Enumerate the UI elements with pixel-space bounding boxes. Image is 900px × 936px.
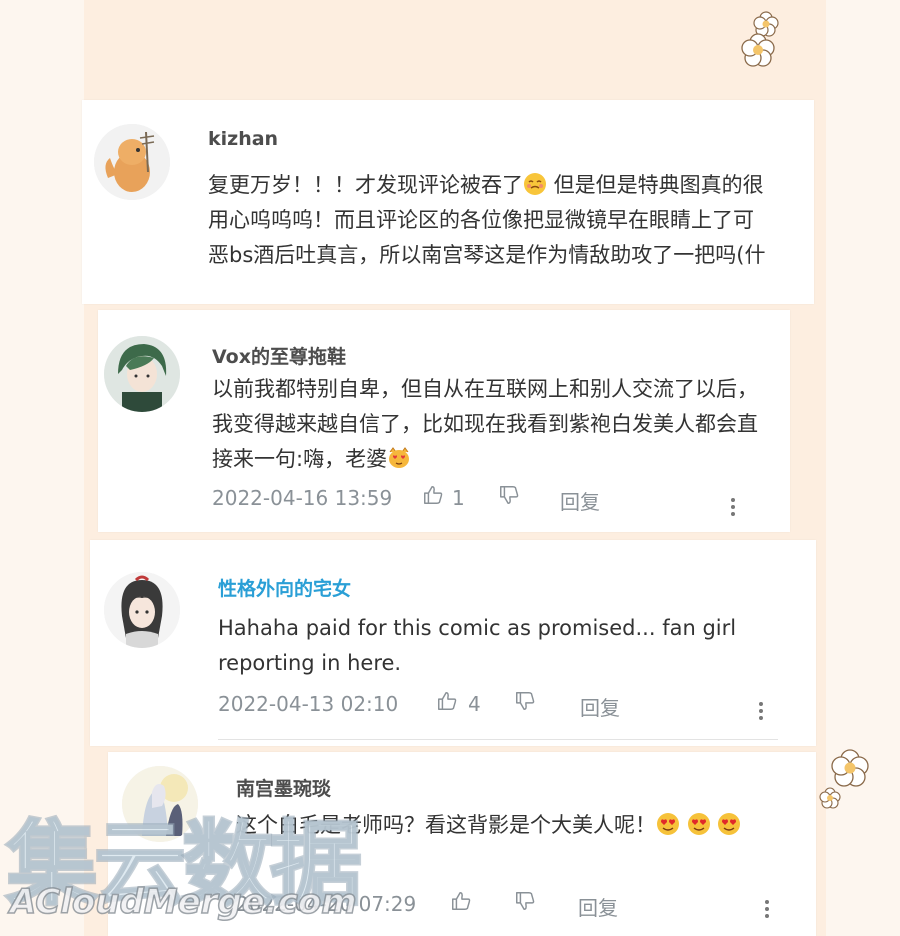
reply-button[interactable]: 回复: [580, 692, 620, 721]
comment-card: kizhan 复更万岁！！！才发现评论被吞了 但是但是特典图真的很用心呜呜呜！而…: [82, 100, 814, 304]
avatar[interactable]: [94, 124, 170, 200]
more-options-icon[interactable]: [758, 702, 764, 724]
like-button[interactable]: [436, 690, 458, 717]
thumbs-down-icon: [516, 892, 535, 910]
like-count: 4: [468, 692, 481, 716]
comment-username[interactable]: 南宫墨琬琰: [236, 774, 331, 801]
thumbs-down-icon: [500, 486, 519, 504]
dislike-button[interactable]: [498, 484, 520, 511]
heart-eyes-emoji-icon: [687, 813, 710, 835]
comment-text: 以前我都特别自卑，但自从在互联网上和别人交流了以后，我变得越来越自信了，比如现在…: [212, 377, 758, 471]
comment-meta: 2022-04-20 07:29 回复: [236, 890, 796, 922]
comment-text: 复更万岁！！！才发现评论被吞了 但是但是特典图真的很用心呜呜呜！而且评论区的各位…: [208, 173, 766, 267]
flower-decoration-icon: [741, 11, 779, 67]
comment-username[interactable]: kizhan: [208, 128, 278, 150]
shy-face-emoji-icon: [524, 173, 546, 195]
more-options-icon[interactable]: [764, 900, 770, 922]
reply-button[interactable]: 回复: [578, 892, 618, 921]
avatar[interactable]: [122, 766, 198, 842]
thumbs-down-icon: [516, 692, 535, 710]
comment-text: Hahaha paid for this comic as promised..…: [218, 616, 737, 675]
comment-username[interactable]: 性格外向的宅女: [218, 574, 351, 601]
dislike-button[interactable]: [514, 890, 536, 917]
thumbs-up-icon: [438, 692, 457, 710]
comment-username[interactable]: Vox的至尊拖鞋: [212, 342, 346, 369]
heart-eyes-emoji-icon: [718, 813, 741, 835]
like-button[interactable]: [450, 890, 472, 917]
comment-card: 性格外向的宅女 Hahaha paid for this comic as pr…: [90, 540, 816, 746]
heart-eyes-emoji-icon: [657, 813, 679, 835]
more-options-icon[interactable]: [730, 498, 736, 520]
comment-text: 这个白毛是老师吗？看这背影是个大美人呢！: [236, 808, 788, 843]
comment-timestamp: 2022-04-20 07:29: [236, 892, 417, 916]
comment-card: Vox的至尊拖鞋 以前我都特别自卑，但自从在互联网上和别人交流了以后，我变得越来…: [98, 310, 790, 532]
like-button[interactable]: [422, 484, 444, 511]
flower-decoration-icon: [819, 749, 869, 809]
divider: [218, 739, 778, 740]
reply-button[interactable]: 回复: [560, 486, 600, 515]
comment-meta: 2022-04-13 02:10 4 回复: [218, 690, 778, 722]
dislike-button[interactable]: [514, 690, 536, 717]
avatar[interactable]: [104, 572, 180, 648]
heart-eyes-cat-emoji-icon: [389, 447, 410, 468]
comment-card: 南宫墨琬琰 这个白毛是老师吗？看这背影是个大美人呢！ 2022-04-20 07…: [108, 752, 816, 936]
like-count: 1: [452, 486, 465, 510]
comment-timestamp: 2022-04-13 02:10: [218, 692, 399, 716]
comment-meta: 2022-04-16 13:59 1 回复: [212, 484, 772, 516]
thumbs-up-icon: [424, 486, 443, 504]
comment-timestamp: 2022-04-16 13:59: [212, 486, 393, 510]
avatar[interactable]: [104, 336, 180, 412]
thumbs-up-icon: [452, 892, 471, 910]
